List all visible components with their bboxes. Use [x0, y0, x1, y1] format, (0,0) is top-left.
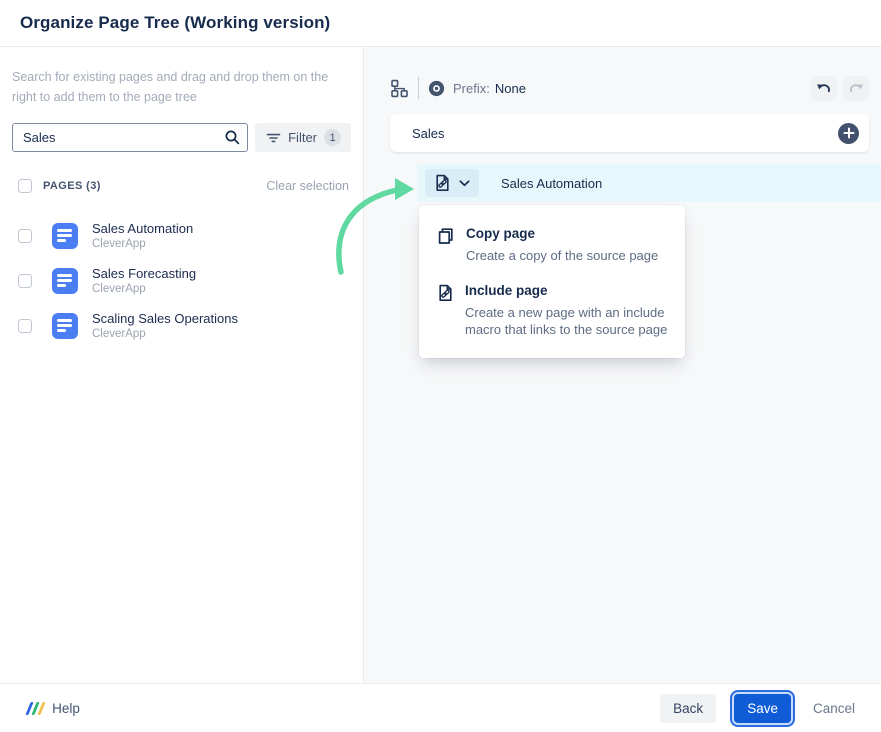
include-page-icon — [437, 284, 454, 302]
page-item-title: Sales Automation — [92, 221, 193, 236]
page-title: Organize Page Tree (Working version) — [20, 13, 330, 33]
add-page-button[interactable] — [838, 123, 859, 144]
help-link[interactable]: Help — [28, 701, 80, 716]
search-panel: Search for existing pages and drag and d… — [0, 47, 364, 683]
prefix-visibility-icon[interactable] — [428, 80, 445, 97]
page-type-dropdown[interactable] — [425, 169, 479, 197]
menu-item-description: Create a copy of the source page — [466, 247, 658, 264]
page-item-app: CleverApp — [92, 283, 196, 295]
page-checkbox[interactable] — [18, 319, 32, 333]
document-icon — [52, 313, 78, 339]
page-item-title: Sales Forecasting — [92, 266, 196, 281]
tree-toolbar: Prefix: None — [390, 76, 869, 100]
tree-root-title: Sales — [412, 126, 445, 141]
pages-list: Sales Automation CleverApp Sales Forecas… — [12, 221, 351, 340]
prefix-value[interactable]: None — [495, 81, 526, 96]
dialog-header: Organize Page Tree (Working version) — [0, 0, 881, 47]
filter-icon — [266, 131, 281, 145]
menu-item-copy-page[interactable]: Copy page Create a copy of the source pa… — [419, 216, 685, 273]
list-item[interactable]: Sales Automation CleverApp — [12, 221, 351, 250]
filter-count-badge: 1 — [324, 129, 341, 146]
search-box — [12, 123, 248, 152]
filter-label: Filter — [288, 130, 317, 145]
undo-button[interactable] — [810, 76, 837, 101]
help-label: Help — [52, 701, 80, 716]
list-item[interactable]: Sales Forecasting CleverApp — [12, 266, 351, 295]
list-item[interactable]: Scaling Sales Operations CleverApp — [12, 311, 351, 340]
pages-count-label: PAGES (3) — [43, 180, 101, 192]
document-icon — [52, 223, 78, 249]
undo-icon — [816, 81, 832, 95]
page-tree-panel: Prefix: None Sales — [364, 47, 881, 683]
copy-icon — [437, 227, 455, 246]
select-all-checkbox[interactable] — [18, 179, 32, 193]
cancel-button[interactable]: Cancel — [809, 694, 859, 723]
dialog-footer: Help Back Save Cancel — [0, 683, 881, 732]
tree-root-row[interactable]: Sales — [390, 114, 869, 152]
search-icon — [224, 129, 241, 146]
page-tree-icon[interactable] — [390, 79, 409, 98]
page-item-app: CleverApp — [92, 238, 193, 250]
page-checkbox[interactable] — [18, 229, 32, 243]
menu-item-title: Include page — [465, 283, 669, 298]
menu-item-description: Create a new page with an include macro … — [465, 304, 669, 338]
toolbar-divider — [418, 77, 419, 99]
back-button[interactable]: Back — [660, 694, 716, 723]
page-item-app: CleverApp — [92, 328, 238, 340]
clear-selection-link[interactable]: Clear selection — [266, 179, 349, 193]
chevron-down-icon — [459, 180, 470, 187]
redo-icon — [848, 81, 864, 95]
page-checkbox[interactable] — [18, 274, 32, 288]
vendor-logo-icon — [28, 702, 43, 715]
organize-page-tree-dialog: Organize Page Tree (Working version) Sea… — [0, 0, 881, 732]
page-item-title: Scaling Sales Operations — [92, 311, 238, 326]
menu-item-title: Copy page — [466, 226, 658, 241]
redo-button[interactable] — [842, 76, 869, 101]
menu-item-include-page[interactable]: Include page Create a new page with an i… — [419, 273, 685, 347]
search-input[interactable] — [12, 123, 248, 152]
document-icon — [52, 268, 78, 294]
prefix-label: Prefix: — [453, 81, 490, 96]
search-helper-text: Search for existing pages and drag and d… — [12, 67, 351, 107]
tree-row-selected[interactable]: Sales Automation — [417, 164, 881, 202]
filter-button[interactable]: Filter 1 — [255, 123, 351, 152]
page-type-menu: Copy page Create a copy of the source pa… — [419, 205, 685, 358]
save-button[interactable]: Save — [734, 694, 791, 723]
include-page-icon — [434, 174, 451, 192]
pages-list-header: PAGES (3) Clear selection — [12, 179, 351, 193]
tree-row-title: Sales Automation — [501, 176, 602, 191]
